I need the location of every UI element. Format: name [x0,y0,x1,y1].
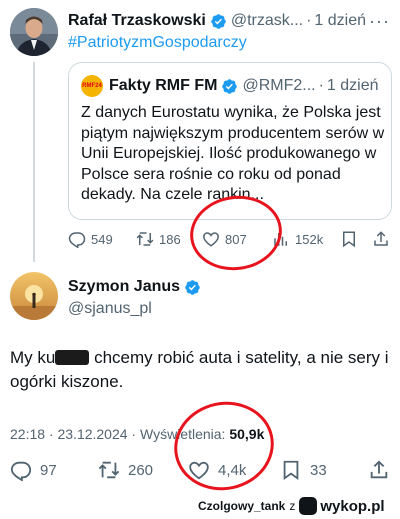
bookmark-count: 33 [310,461,327,479]
separator: · [318,77,324,94]
author-name-row: Szymon Janus [68,278,205,296]
repost-icon [136,232,154,246]
tweet-text-start: My ku [10,348,56,367]
quote-text: Z danych Eurostatu wynika, że Polska jes… [81,104,385,203]
quote-timestamp[interactable]: 1 dzień [327,77,379,95]
tweet-meta: 22:18 · 23.12.2024 · Wyświetlenia: 50,9k [10,426,264,442]
like-count: 807 [225,231,247,247]
top-tweet-actions: 549 186 807 152k [68,228,392,250]
censor-bar [55,350,90,365]
wykop-logo: wykop.pl [299,497,385,515]
share-icon [374,231,388,246]
tweet-header: Rafał Trzaskowski @trzask... · 1 dzień ·… [68,10,390,32]
like-button[interactable]: 4,4k [188,458,246,482]
like-button[interactable]: 807 [202,228,247,250]
verified-badge-icon [211,13,226,29]
quote-author-name[interactable]: Fakty RMF FM [109,77,217,95]
top-tweet: Rafał Trzaskowski @trzask... · 1 dzień ·… [0,0,400,262]
view-count: 152k [295,231,324,247]
timestamp[interactable]: 1 dzień [314,12,366,30]
tweet-text: My ku chcemy robić auta i satelity, a ni… [10,346,390,394]
hashtag-link[interactable]: #PatriotyzmGospodarczy [68,34,247,52]
verified-badge-icon [222,78,238,94]
repost-count: 186 [159,231,181,247]
watermark: Czolgowy_tank z wykop.pl [198,496,385,516]
wykop-logo-icon [299,497,318,515]
watermark-user: Czolgowy_tank [198,499,286,513]
rmf-logo: RMF24 [81,75,103,97]
views-button[interactable]: 152k [272,228,323,250]
rmf-logo-text: RMF24 [82,83,102,89]
verified-badge-icon [185,279,200,295]
heart-icon [189,461,209,480]
reply-icon [10,461,32,481]
bookmark-button[interactable]: 33 [280,458,327,482]
author-name[interactable]: Rafał Trzaskowski [68,12,206,30]
repost-icon [98,461,120,479]
bookmark-icon [343,231,355,248]
reply-icon [68,232,86,248]
repost-button[interactable]: 186 [136,228,181,250]
avatar[interactable] [10,272,58,320]
heart-icon [203,232,219,247]
quote-author-handle[interactable]: @RMF2... [242,77,315,95]
repost-count: 260 [128,461,154,479]
quoted-tweet[interactable]: RMF24 Fakty RMF FM @RMF2... · 1 dzień Z … [68,62,392,220]
timestamp-and-views-label[interactable]: 22:18 · 23.12.2024 · Wyświetlenia: [10,426,229,442]
share-icon [370,460,388,479]
reply-button[interactable]: 97 [10,458,57,482]
reply-button[interactable]: 549 [68,228,113,250]
bookmark-icon [283,460,299,481]
main-tweet-actions: 97 260 4,4k 33 [10,458,390,482]
like-count: 4,4k [218,461,247,479]
bookmark-button[interactable] [340,228,363,250]
share-button[interactable] [372,228,395,250]
more-options-icon[interactable]: ··· [369,11,390,32]
author-handle[interactable]: @trzask... [231,12,303,30]
main-tweet: Szymon Janus @sjanus_pl My ku chcemy rob… [0,262,400,519]
author-handle[interactable]: @sjanus_pl [68,300,152,318]
views-icon [274,233,287,246]
share-button[interactable] [368,458,398,482]
avatar[interactable] [10,8,58,56]
repost-button[interactable]: 260 [98,458,153,482]
reply-count: 97 [40,461,57,479]
separator: · [306,12,312,29]
watermark-z: z [289,499,296,513]
quote-header: RMF24 Fakty RMF FM @RMF2... · 1 dzień [81,75,383,97]
author-name[interactable]: Szymon Janus [68,278,180,296]
thread-line [33,62,35,262]
reply-count: 549 [91,231,113,247]
wykop-site: wykop.pl [320,497,385,515]
view-count: 50,9k [229,426,265,442]
